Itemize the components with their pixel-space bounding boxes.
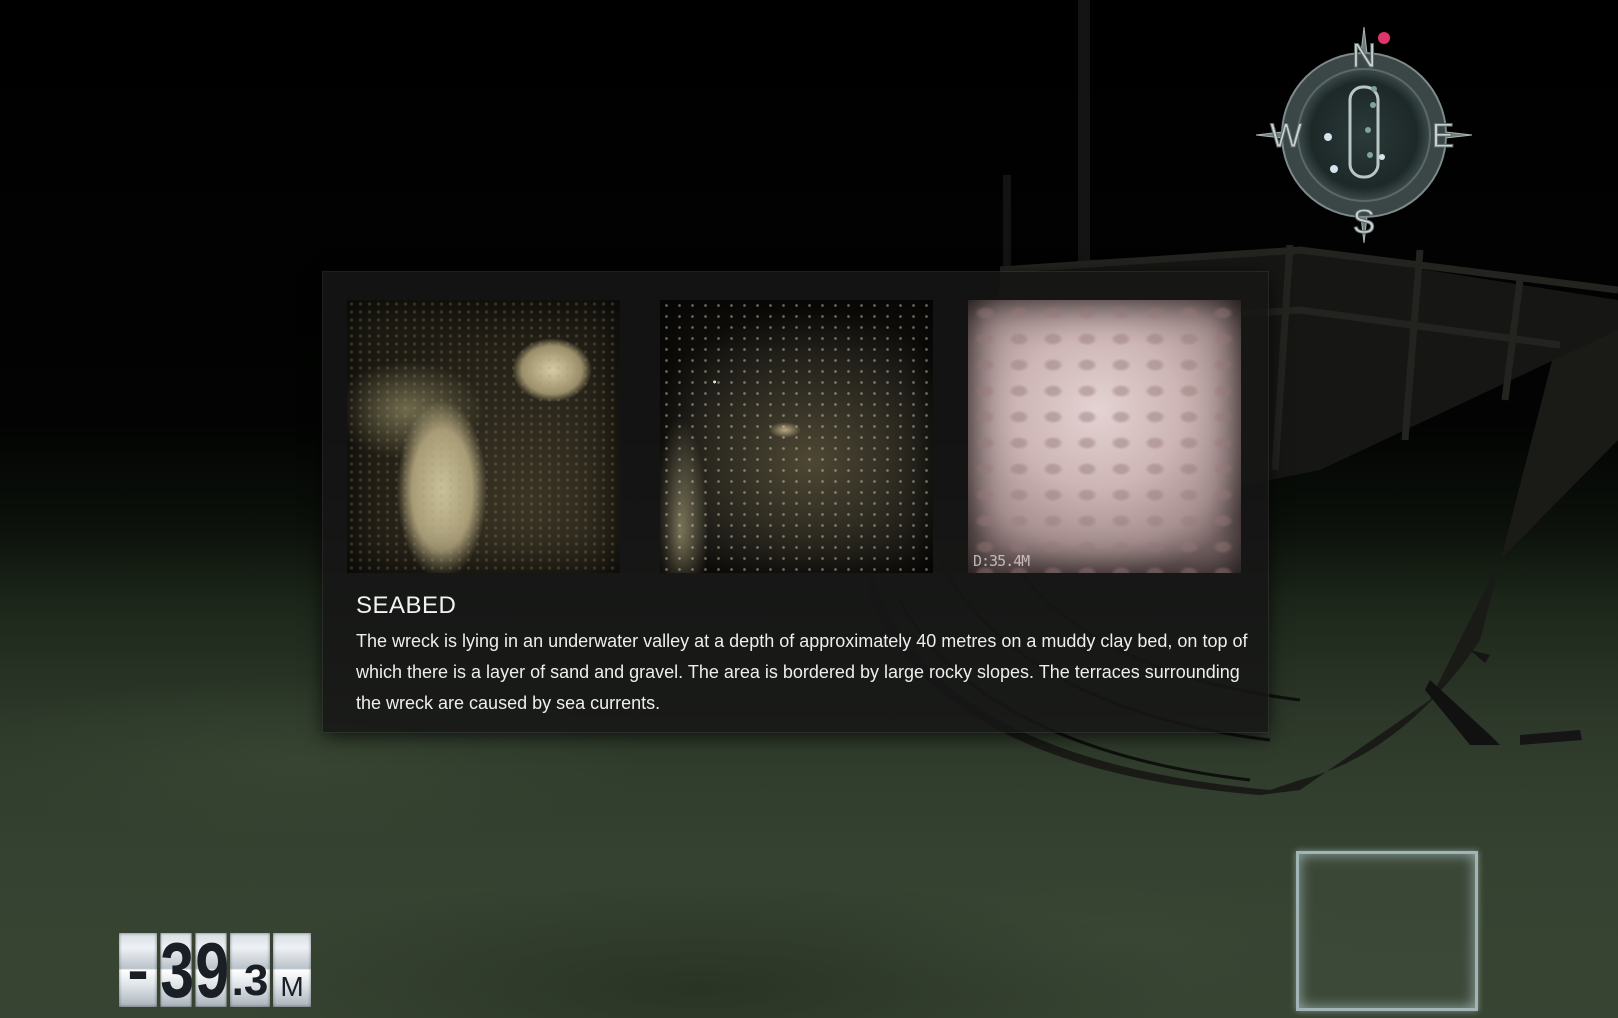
seabed-photo-sand[interactable]: D:35.4M [968, 300, 1241, 573]
info-panel: D:35.4M SEABED The wreck is lying in an … [323, 272, 1268, 732]
depth-unit-label: M [273, 933, 311, 1007]
depth-tens-digit: 3 [160, 926, 194, 1014]
compass-north-label: N [1352, 37, 1377, 75]
compass-marker-icon [1378, 32, 1390, 44]
compass-icon: N S E W [1255, 26, 1473, 244]
info-title: SEABED [356, 592, 457, 619]
compass-south-label: S [1353, 203, 1376, 241]
seabed-photo-gravel[interactable] [660, 300, 933, 573]
depth-units-digit: 9 [195, 926, 229, 1014]
depth-gauge: - 3 9 .3 M [119, 926, 311, 1014]
seabed-photo-timber[interactable] [347, 300, 620, 573]
depth-decimal-digit: .3 [230, 933, 270, 1007]
photo-depth-stamp: D:35.4M [973, 552, 1030, 570]
camera-viewfinder[interactable] [1296, 851, 1478, 1011]
info-description: The wreck is lying in an underwater vall… [356, 631, 1248, 713]
underwater-scene: D:35.4M SEABED The wreck is lying in an … [0, 0, 1618, 1018]
compass-east-label: E [1432, 117, 1455, 155]
depth-sign: - [119, 933, 157, 1007]
compass-west-label: W [1270, 117, 1302, 155]
